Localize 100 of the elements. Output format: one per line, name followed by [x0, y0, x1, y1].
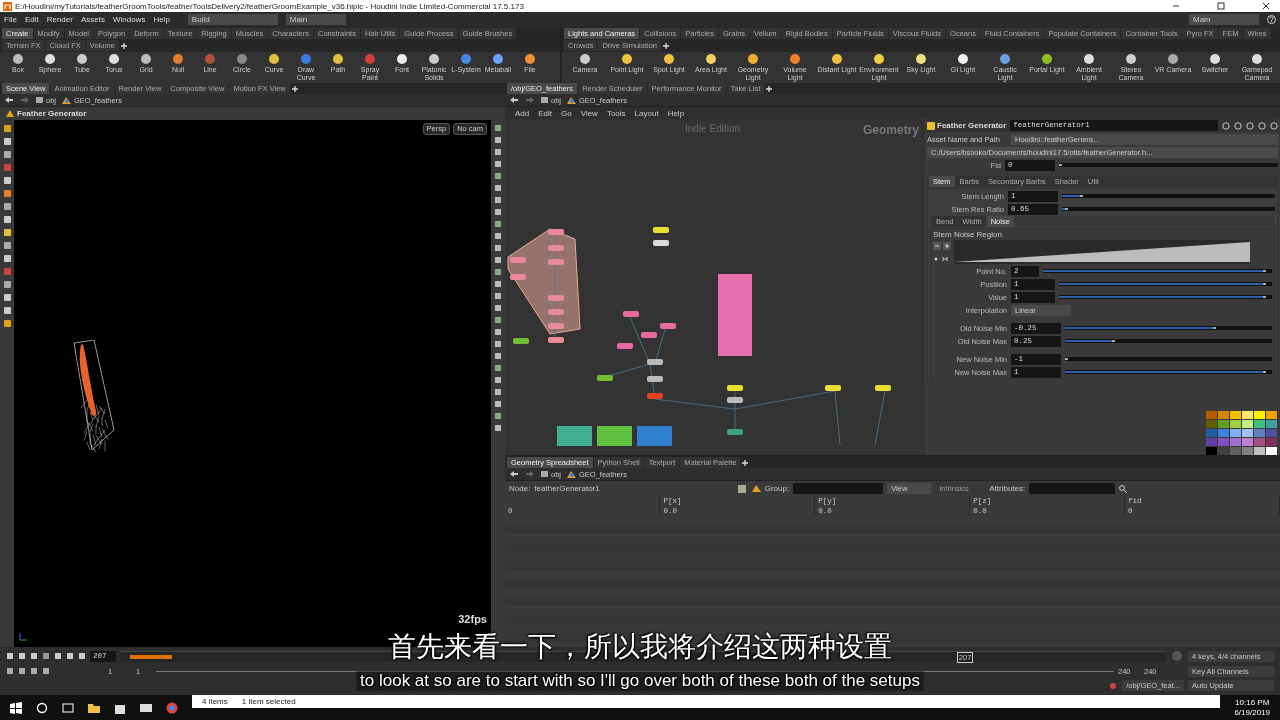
slider-track[interactable] [1062, 194, 1275, 198]
plus-icon[interactable] [741, 458, 750, 467]
menu-item[interactable]: Assets [80, 15, 105, 24]
folder-icon[interactable] [88, 701, 100, 714]
slider-track[interactable] [1065, 357, 1272, 361]
close-icon[interactable] [1261, 2, 1271, 10]
network-node[interactable] [510, 257, 526, 263]
shelf-tool-icon [12, 53, 24, 65]
forward-arrow-icon[interactable] [20, 96, 30, 104]
minimize-icon[interactable] [1171, 2, 1181, 10]
viewport-title: Feather Generator [17, 109, 87, 118]
menu-item[interactable]: Render [46, 15, 73, 24]
slider-track[interactable] [1065, 339, 1272, 343]
network-node[interactable] [548, 229, 564, 235]
network-node[interactable] [875, 385, 891, 391]
plus-icon[interactable] [290, 84, 299, 93]
desk-dropdown[interactable]: Main [285, 14, 346, 25]
network-node[interactable] [513, 338, 529, 344]
network-node[interactable] [641, 332, 657, 338]
plus-icon[interactable] [765, 84, 774, 93]
menu-item[interactable]: Edit [538, 108, 553, 118]
slider-track[interactable] [1059, 295, 1272, 299]
network-node[interactable] [597, 375, 613, 381]
network-node[interactable] [548, 259, 564, 265]
menu-item[interactable]: Go [561, 108, 572, 118]
back-arrow-icon[interactable] [509, 96, 519, 104]
plus-icon[interactable] [662, 41, 671, 50]
network-node[interactable] [647, 359, 663, 365]
slider-track[interactable] [1059, 282, 1272, 286]
network-node[interactable] [548, 337, 564, 343]
record-icon[interactable] [1108, 681, 1119, 690]
plus-icon[interactable] [119, 41, 128, 50]
slider-track[interactable] [1065, 370, 1272, 374]
menu-item[interactable]: View [580, 108, 598, 118]
shelf-tool-icon [1083, 53, 1095, 65]
menu-item[interactable]: Add [515, 108, 530, 118]
attributes-field[interactable] [1029, 483, 1116, 494]
ramp-curve-drawing[interactable] [954, 240, 1250, 264]
color-palette-drawing[interactable] [1206, 411, 1278, 455]
network-node[interactable] [548, 323, 564, 329]
ramp-buttons-icon[interactable] [933, 242, 951, 250]
task-view-icon[interactable] [62, 701, 74, 714]
network-node[interactable] [660, 323, 676, 329]
back-arrow-icon[interactable] [4, 96, 14, 104]
browser-icon[interactable] [166, 701, 178, 714]
group-field[interactable] [793, 483, 884, 494]
network-node[interactable] [548, 309, 564, 315]
menu-item[interactable]: Edit [24, 15, 39, 24]
playback-range [130, 654, 173, 659]
slider-track[interactable] [1059, 163, 1278, 167]
menu-item[interactable]: Help [153, 15, 170, 24]
shelf-tool-icon [428, 53, 440, 65]
shelf-tool-icon [621, 53, 633, 65]
network-node[interactable] [647, 376, 663, 382]
ramp-mode-icon[interactable] [933, 256, 951, 262]
network-node[interactable] [647, 393, 663, 399]
slider-track[interactable] [1062, 207, 1275, 211]
menu-item[interactable]: Help [667, 108, 685, 118]
forward-arrow-icon[interactable] [525, 96, 535, 104]
shelf-tool-icon [236, 53, 248, 65]
forward-arrow-icon[interactable] [525, 470, 535, 478]
slider-track[interactable] [1043, 269, 1272, 273]
network-node[interactable] [548, 245, 564, 251]
subtitle-text: 首先来看一下，所以我将介绍这两种设置 [388, 633, 892, 661]
network-node[interactable] [825, 385, 841, 391]
menu-item[interactable]: Windows [112, 15, 146, 24]
shelf-tool-icon [204, 53, 216, 65]
back-arrow-icon[interactable] [509, 470, 519, 478]
slider-track[interactable] [1065, 326, 1272, 330]
menu-item[interactable]: Tools [606, 108, 626, 118]
network-node[interactable] [727, 385, 743, 391]
menu-item[interactable]: File [4, 15, 17, 24]
context-label: Geometry [862, 123, 919, 137]
shelf-tool-icon [957, 53, 969, 65]
desk-dropdown[interactable]: Build [187, 14, 278, 25]
desk-dropdown[interactable]: Main [1189, 14, 1259, 25]
shelf-tool-icon [108, 53, 120, 65]
node-wire [874, 390, 886, 446]
clock[interactable]: 10:16 PM 6/19/2019 [1234, 697, 1270, 718]
status-text: 1 item selected [241, 697, 296, 706]
shelf-tool-icon [789, 53, 801, 65]
menu-item[interactable]: Layout [634, 108, 659, 118]
network-node[interactable] [623, 311, 639, 317]
network-node[interactable] [548, 295, 564, 301]
network-node[interactable] [510, 274, 526, 280]
folder-icon [36, 97, 43, 103]
network-node[interactable] [653, 240, 669, 246]
shelf-tool-icon [460, 53, 472, 65]
maximize-icon[interactable] [1216, 2, 1226, 10]
shelf-tool-icon [44, 53, 56, 65]
shelf-tool-icon [492, 53, 504, 65]
network-box[interactable] [507, 228, 581, 335]
windows-logo-icon[interactable] [10, 701, 22, 714]
shelf-tool-icon [705, 53, 717, 65]
network-node[interactable] [653, 227, 669, 233]
network-node[interactable] [727, 397, 743, 403]
field-label: Group: [764, 484, 790, 493]
network-node[interactable] [727, 429, 743, 435]
network-node[interactable] [617, 343, 633, 349]
shelf-tool-icon [268, 53, 280, 65]
